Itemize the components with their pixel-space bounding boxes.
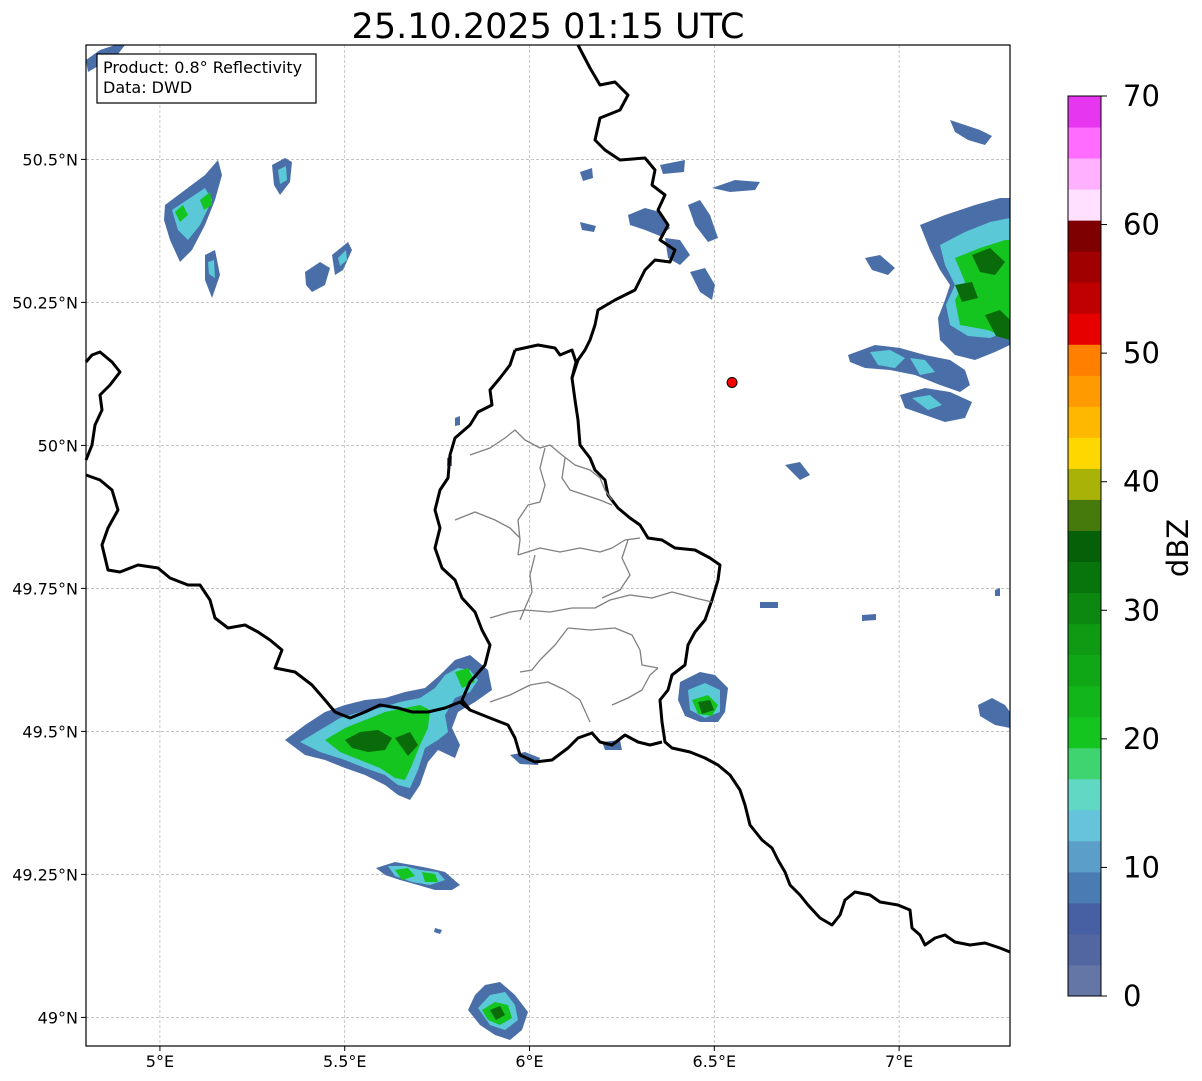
lat-tick-label: 49.5°N <box>22 722 78 741</box>
colorbar-segment <box>1068 654 1101 687</box>
info-product: Product: 0.8° Reflectivity <box>103 58 302 77</box>
lon-tick-label: 6°E <box>515 1052 543 1071</box>
colorbar-segment <box>1068 902 1101 935</box>
colorbar-segment <box>1068 809 1101 842</box>
colorbar-segment <box>1068 871 1101 904</box>
colorbar-tick-label: 60 <box>1123 208 1160 242</box>
colorbar-segment <box>1068 437 1101 469</box>
lon-tick-label: 7°E <box>885 1052 913 1071</box>
lon-tick-label: 5.5°E <box>323 1052 367 1071</box>
info-box: Product: 0.8° Reflectivity Data: DWD <box>96 53 317 104</box>
lon-tick-label: 6.5°E <box>693 1052 737 1071</box>
map-area <box>84 44 1011 1046</box>
colorbar-tick-label: 0 <box>1123 979 1141 1013</box>
colorbar-segment <box>1068 375 1101 407</box>
lat-tick-label: 50°N <box>38 436 78 455</box>
colorbar-segment <box>1068 747 1101 780</box>
colorbar-segment <box>1068 282 1101 314</box>
colorbar-segment <box>1068 189 1101 221</box>
longitude-ticks: 5°E 5.5°E 6°E 6.5°E 7°E <box>146 1046 913 1071</box>
colorbar-tick-label: 40 <box>1123 465 1160 499</box>
colorbar-segment <box>1068 685 1101 718</box>
colorbar-segment <box>1068 344 1101 376</box>
colorbar-segment <box>1068 468 1101 500</box>
colorbar: 0 10 20 30 40 50 60 70 <box>1067 79 1160 1013</box>
colorbar-segment <box>1068 220 1101 252</box>
colorbar-tick-label: 70 <box>1123 79 1160 113</box>
lat-tick-label: 50.25°N <box>12 293 78 312</box>
lat-tick-label: 50.5°N <box>22 150 78 169</box>
colorbar-segment <box>1068 127 1101 159</box>
colorbar-segment <box>1068 964 1101 997</box>
colorbar-segment <box>1068 592 1101 625</box>
radar-site-marker <box>726 376 738 388</box>
lat-tick-label: 49.25°N <box>12 865 78 884</box>
colorbar-segment <box>1068 251 1101 283</box>
lat-tick-label: 49.75°N <box>12 579 78 598</box>
colorbar-segment <box>1068 561 1101 594</box>
colorbar-tick-label: 50 <box>1123 336 1160 370</box>
latitude-ticks: 49°N 49.25°N 49.5°N 49.75°N 50°N 50.25°N 50.5°… <box>12 150 86 1027</box>
radar-map-figure: 25.10.2025 01:15 UTC Product: 0.8° Refle… <box>12 7 1195 1071</box>
info-data-source: Data: DWD <box>103 78 192 97</box>
lat-tick-label: 49°N <box>38 1008 78 1027</box>
colorbar-segment <box>1068 499 1101 531</box>
colorbar-segment <box>1068 623 1101 656</box>
colorbar-segment <box>1068 840 1101 873</box>
colorbar-segment <box>1068 716 1101 749</box>
colorbar-label: dBZ <box>1161 519 1195 577</box>
colorbar-segment <box>1068 933 1101 966</box>
colorbar-segment <box>1068 406 1101 438</box>
colorbar-segment <box>1068 158 1101 190</box>
colorbar-tick-label: 10 <box>1123 850 1160 884</box>
colorbar-tick-label: 30 <box>1123 593 1160 627</box>
colorbar-segment <box>1068 96 1101 128</box>
colorbar-tick-label: 20 <box>1123 722 1160 756</box>
colorbar-segment <box>1068 313 1101 345</box>
map-title: 25.10.2025 01:15 UTC <box>352 7 745 47</box>
colorbar-segment <box>1068 530 1101 563</box>
lon-tick-label: 5°E <box>146 1052 174 1071</box>
colorbar-segment <box>1068 778 1101 811</box>
